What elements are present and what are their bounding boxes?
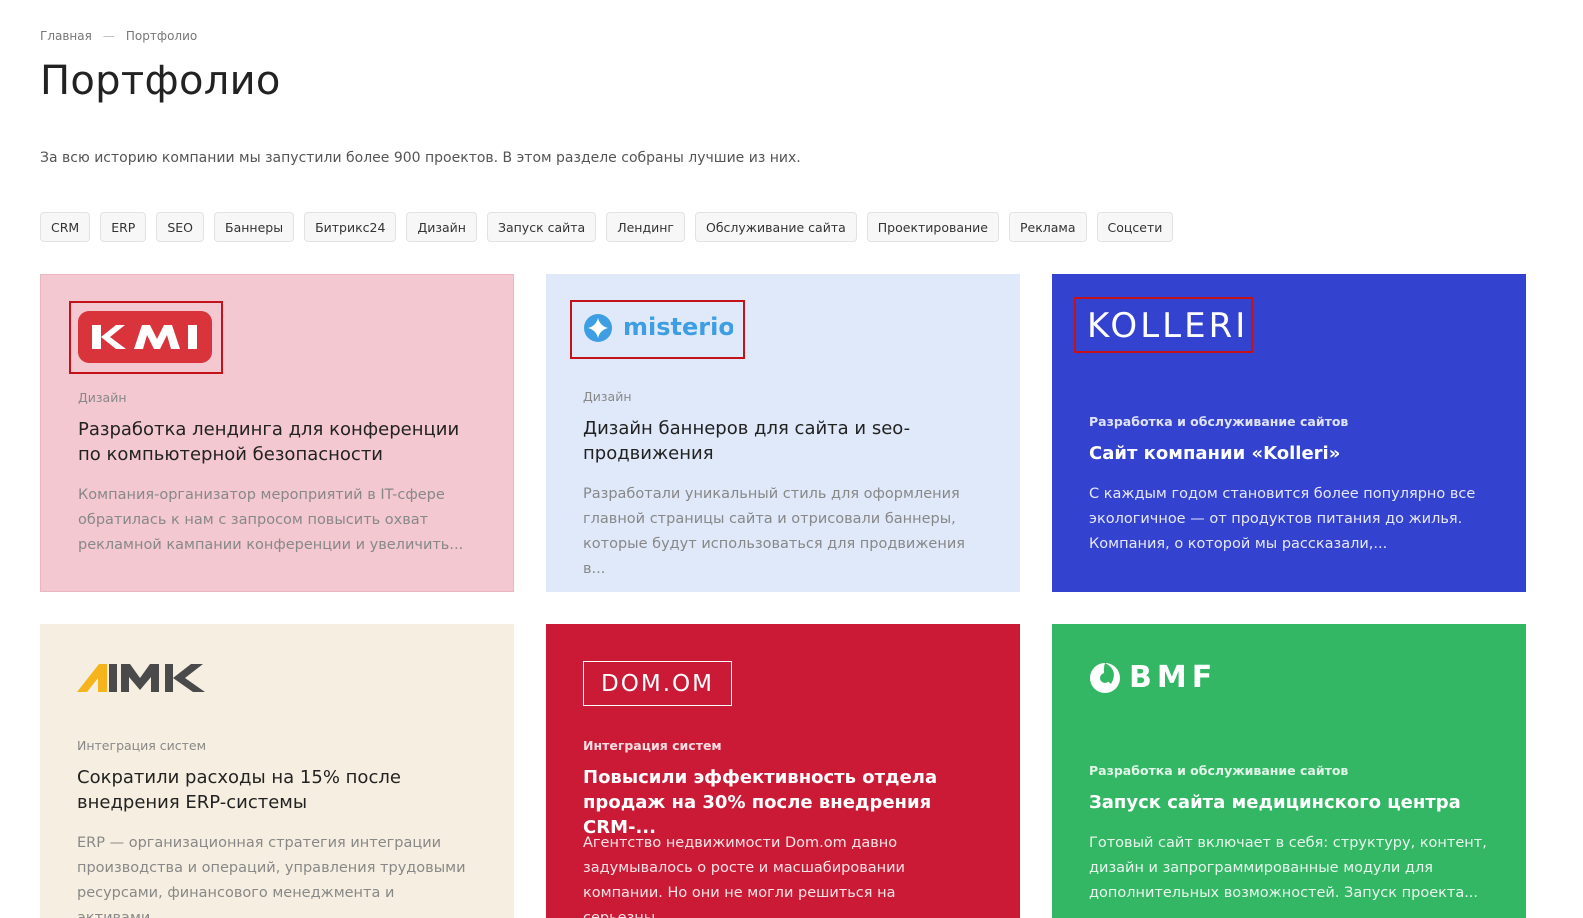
breadcrumb-separator: — [102,29,115,43]
bmf-logo-text: BMF [1129,660,1218,695]
filter-chips: CRM ERP SEO Баннеры Битрикс24 Дизайн Зап… [40,212,1174,242]
card-category: Дизайн [583,389,632,404]
card-category: Разработка и обслуживание сайтов [1089,763,1349,778]
card-title[interactable]: Повысили эффективность отдела продаж на … [583,765,983,840]
misterio-logo-text: misterio [623,313,733,341]
filter-chip-erp[interactable]: ERP [100,212,147,242]
card-description: С каждым годом становится более популярн… [1089,486,1476,552]
card-category: Интеграция систем [77,738,207,753]
filter-chip-ads[interactable]: Реклама [1009,212,1087,242]
bmf-logo: BMF [1089,660,1217,695]
kmi-logo-image [78,311,212,363]
filter-chip-social[interactable]: Соцсети [1096,212,1174,242]
breadcrumb-home-link[interactable]: Главная [40,29,92,43]
portfolio-card-misterio[interactable]: misterio Дизайн Дизайн баннеров для сайт… [546,274,1020,592]
4mk-logo [77,660,227,698]
filter-chip-planning[interactable]: Проектирование [866,212,999,242]
card-title[interactable]: Сократили расходы на 15% после внедрения… [77,765,477,815]
breadcrumb: Главная — Портфолио [40,29,197,43]
filter-chip-bitrix24[interactable]: Битрикс24 [304,212,397,242]
portfolio-card-domom[interactable]: DOM.OM Интеграция систем Повысили эффект… [546,624,1020,918]
bmf-leaf-icon [1090,662,1120,693]
card-title[interactable]: Дизайн баннеров для сайта и seo-продвиже… [583,416,983,466]
page-title: Портфолио [40,58,281,104]
filter-chip-site-maintenance[interactable]: Обслуживание сайта [694,212,857,242]
portfolio-card-4mk[interactable]: Интеграция систем Сократили расходы на 1… [40,624,514,918]
kolleri-logo: KOLLERI [1087,306,1249,346]
filter-chip-banners[interactable]: Баннеры [214,212,295,242]
portfolio-card-kmi[interactable]: Дизайн Разработка лендинга для конференц… [40,274,514,592]
domom-logo: DOM.OM [583,661,732,706]
card-category: Интеграция систем [583,738,722,753]
portfolio-page: Главная — Портфолио Портфолио За всю ист… [0,0,1583,918]
card-description: Готовый сайт включает в себя: структуру,… [1089,835,1487,901]
portfolio-card-kolleri[interactable]: KOLLERI Разработка и обслуживание сайтов… [1052,274,1526,592]
card-description: ERP — организационная стратегия интеграц… [77,835,466,918]
breadcrumb-current: Портфолио [125,29,198,43]
card-title[interactable]: Запуск сайта медицинского центра [1089,790,1489,815]
card-title[interactable]: Разработка лендинга для конференции по к… [78,417,478,467]
misterio-logo: misterio [583,310,735,350]
intro-text: За всю историю компании мы запустили бол… [40,150,801,166]
card-title[interactable]: Сайт компании «Kolleri» [1089,441,1489,466]
filter-chip-seo[interactable]: SEO [156,212,204,242]
card-description: Разработали уникальный стиль для оформле… [583,486,965,577]
card-description: Компания-организатор мероприятий в IT-сф… [78,487,464,553]
filter-chip-crm[interactable]: CRM [40,212,91,242]
4mk-logo-image [77,664,205,692]
kmi-logo [78,311,212,367]
filter-chip-site-launch[interactable]: Запуск сайта [486,212,597,242]
filter-chip-landing[interactable]: Лендинг [606,212,685,242]
card-description: Агентство недвижимости Dom.om давно заду… [583,835,905,918]
portfolio-card-bmf[interactable]: BMF Разработка и обслуживание сайтов Зап… [1052,624,1526,918]
card-category: Дизайн [78,390,127,405]
card-category: Разработка и обслуживание сайтов [1089,414,1349,429]
misterio-logo-image: misterio [584,313,735,342]
filter-chip-design[interactable]: Дизайн [406,212,477,242]
